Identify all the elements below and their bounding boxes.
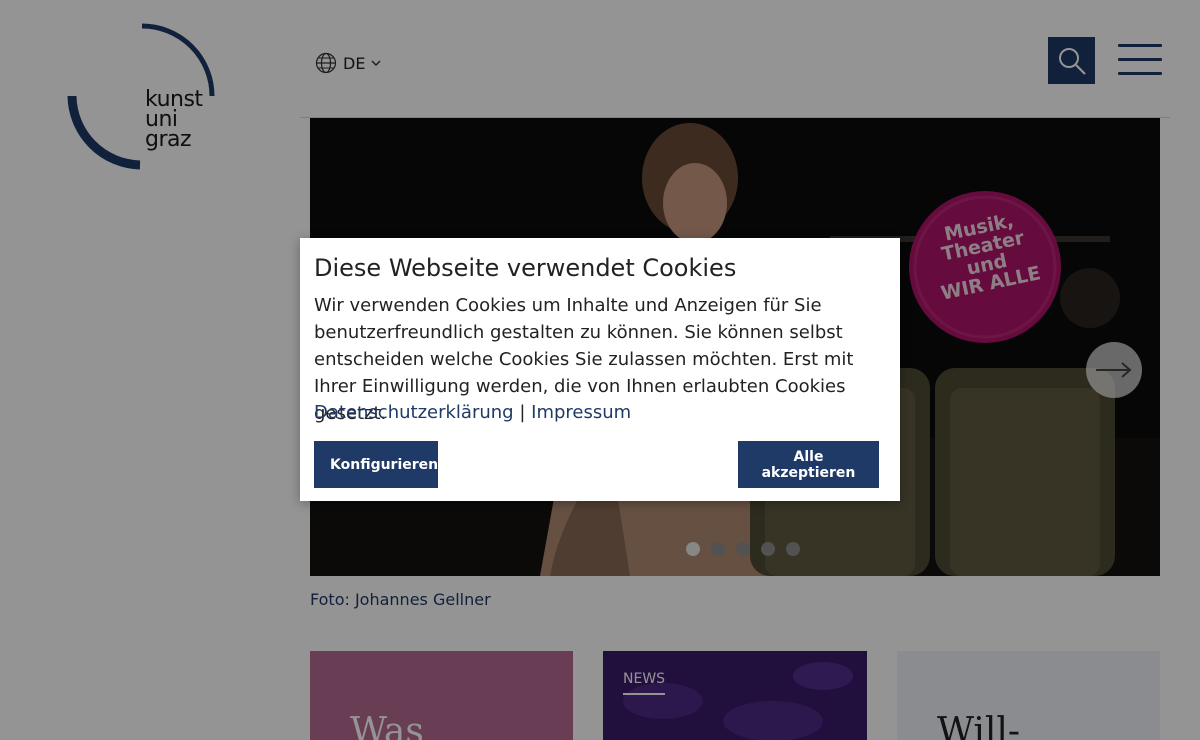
link-separator: | bbox=[519, 402, 526, 423]
privacy-policy-link[interactable]: Datenschutzerklärung bbox=[314, 402, 514, 423]
dialog-title: Diese Webseite verwendet Cookies bbox=[314, 254, 737, 282]
accept-all-button[interactable]: Alle akzeptieren bbox=[738, 441, 879, 488]
cookie-consent-dialog: Diese Webseite verwendet Cookies Wir ver… bbox=[300, 238, 900, 501]
imprint-link[interactable]: Impressum bbox=[531, 402, 631, 423]
dialog-links: Datenschutzerklärung | Impressum bbox=[314, 402, 631, 423]
configure-button[interactable]: Konfigurieren bbox=[314, 441, 438, 488]
